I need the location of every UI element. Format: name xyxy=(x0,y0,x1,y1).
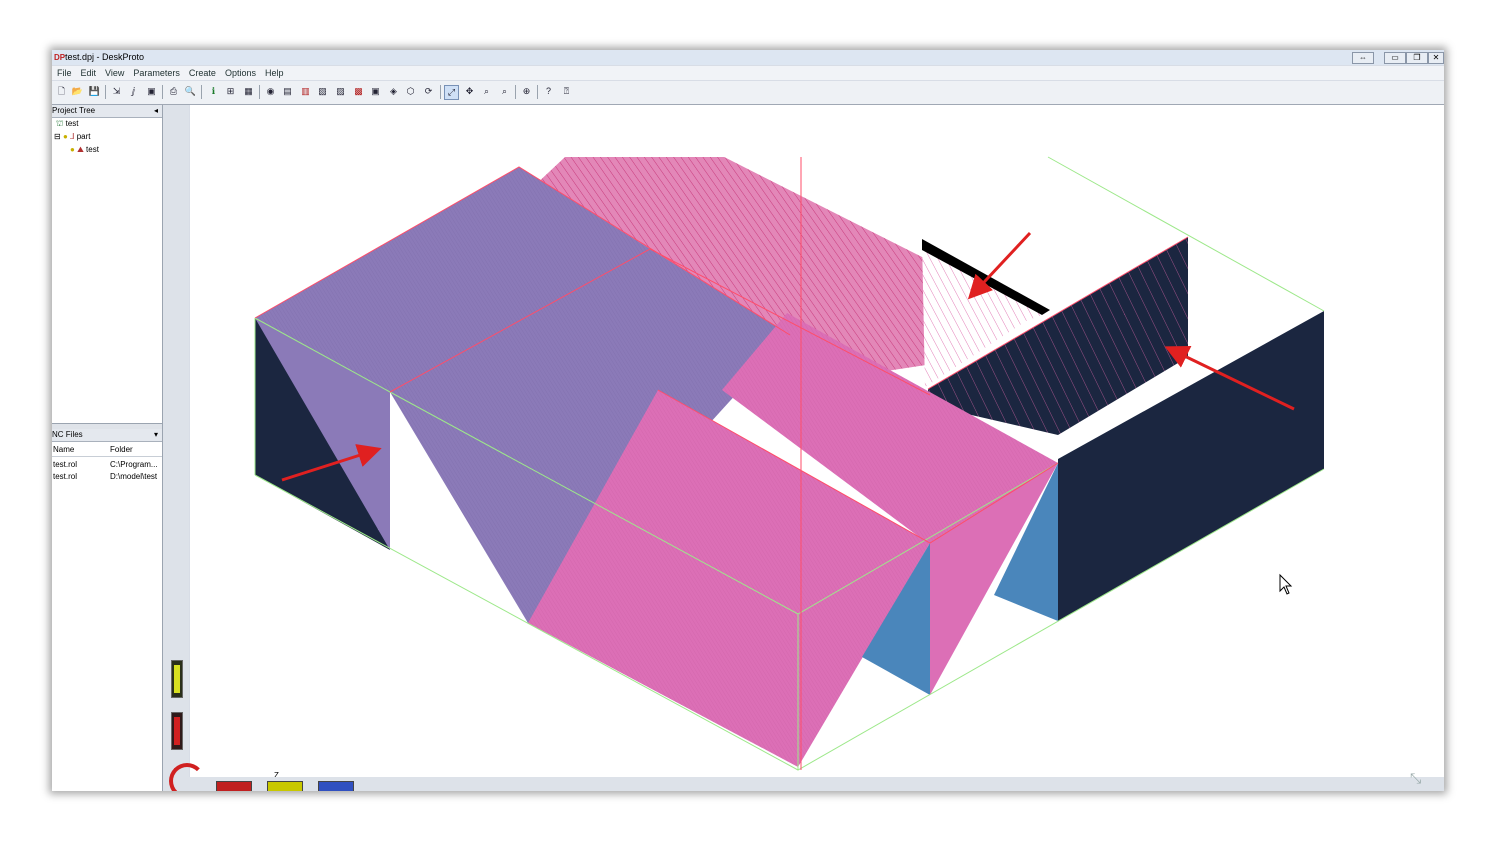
layers-icon[interactable]: ▦ xyxy=(242,85,255,98)
close-button[interactable]: ✕ xyxy=(1428,52,1444,64)
project-icon: ⛫ xyxy=(56,119,64,128)
progress-dial-icon xyxy=(169,763,205,791)
toolbar-separator xyxy=(515,85,516,99)
menu-options[interactable]: Options xyxy=(220,66,260,80)
window-title: test.dpj - DeskProto xyxy=(65,52,145,62)
toolpath-icon[interactable]: ⅉ xyxy=(127,85,140,98)
view-top-icon[interactable]: ▩ xyxy=(352,85,365,98)
import-icon[interactable]: ⇲ xyxy=(110,85,123,98)
side-strip xyxy=(163,105,189,791)
switch-icon[interactable]: ⇔ xyxy=(1352,52,1374,64)
lightbulb-icon: ● xyxy=(62,132,68,141)
view-right-icon[interactable]: ▨ xyxy=(334,85,347,98)
zoom-window-icon[interactable]: ⌕ xyxy=(480,85,493,98)
menu-bar: File Edit View Parameters Create Options Help xyxy=(52,66,1444,80)
toolbar-separator xyxy=(162,85,163,99)
toolbar-separator xyxy=(105,85,106,99)
project-tree-header: Project Tree ◂ xyxy=(52,105,162,118)
red-button[interactable] xyxy=(216,781,252,791)
project-tree-title: Project Tree xyxy=(52,106,96,115)
view-back-icon[interactable]: ▥ xyxy=(299,85,312,98)
column-divider xyxy=(52,456,162,457)
view-left-icon[interactable]: ▧ xyxy=(316,85,329,98)
tree-item-part[interactable]: ⊟ ● ⅃ part xyxy=(54,132,91,142)
3d-viewport[interactable]: Z Y X xyxy=(190,105,1444,777)
toolbar-separator xyxy=(259,85,260,99)
tree-item-project[interactable]: ⛫ test xyxy=(56,119,79,129)
part-icon: ⅃ xyxy=(70,132,75,141)
view-front-icon[interactable]: ▤ xyxy=(281,85,294,98)
view-eye-icon[interactable]: ◉ xyxy=(264,85,277,98)
mouse-cursor-icon xyxy=(1279,573,1293,595)
resize-icon[interactable]: ⤡ xyxy=(1410,770,1434,786)
tree-item-operation[interactable]: ● ⛰ test xyxy=(70,145,99,155)
grid-icon[interactable]: ⊞ xyxy=(224,85,237,98)
nc-files-header: NC Files ▾ xyxy=(52,429,162,442)
nc-file-folder: D:\model\test xyxy=(110,472,158,481)
help-icon[interactable]: ? xyxy=(542,85,555,98)
bottom-status-bar xyxy=(163,763,1444,791)
minimize-button[interactable]: ▭ xyxy=(1384,52,1406,64)
collapse-icon[interactable]: ⊟ xyxy=(54,132,61,141)
zoom-icon[interactable]: ⌕ xyxy=(498,85,511,98)
menu-view[interactable]: View xyxy=(100,66,128,80)
nc-file-name: test.rol xyxy=(53,460,78,469)
toolpath-simulation-view[interactable]: Z Y X xyxy=(190,105,1444,777)
column-header-name[interactable]: Name xyxy=(53,445,74,455)
restore-button[interactable]: ❐ xyxy=(1406,52,1428,64)
save-icon[interactable]: 💾 xyxy=(88,85,101,98)
view-rotate-icon[interactable]: ⟳ xyxy=(422,85,435,98)
info-icon[interactable]: ℹ xyxy=(207,85,220,98)
new-file-icon[interactable]: 🗋 xyxy=(55,85,68,98)
red-light-indicator xyxy=(171,712,183,750)
column-header-folder[interactable]: Folder xyxy=(110,445,133,455)
blue-button[interactable] xyxy=(318,781,354,791)
nc-file-folder: C:\Program... xyxy=(110,460,158,469)
toolbar: 🗋 📂 💾 ⇲ ⅉ ▣ ⎙ 🔍 ℹ ⊞ ▦ ◉ ▤ ▥ ▧ ▨ ▩ ▣ ◈ ⬡ … xyxy=(52,81,1444,105)
chevron-down-icon[interactable]: ▾ xyxy=(154,429,158,441)
menu-parameters[interactable]: Parameters xyxy=(128,66,184,80)
menu-file[interactable]: File xyxy=(52,66,76,80)
collapse-left-icon[interactable]: ◂ xyxy=(154,105,158,117)
operation-icon: ⛰ xyxy=(77,145,84,154)
open-file-icon[interactable]: 📂 xyxy=(71,85,84,98)
title-bar: DP test.dpj - DeskProto ⇔ ▭ ❐ ✕ xyxy=(52,50,1444,65)
export-icon[interactable]: ▣ xyxy=(145,85,158,98)
zoom-all-icon[interactable]: ⊕ xyxy=(520,85,533,98)
nc-file-name: test.rol xyxy=(53,472,78,481)
view-def-icon[interactable]: ⬡ xyxy=(404,85,417,98)
view-bottom-icon[interactable]: ▣ xyxy=(369,85,382,98)
deskproto-window: DP test.dpj - DeskProto ⇔ ▭ ❐ ✕ File Edit… xyxy=(52,50,1444,791)
print-preview-icon[interactable]: 🔍 xyxy=(184,85,197,98)
toolbar-separator xyxy=(440,85,441,99)
yellow-button[interactable] xyxy=(267,781,303,791)
select-pointer-icon[interactable]: ⤢ xyxy=(444,85,459,100)
view-iso-icon[interactable]: ◈ xyxy=(387,85,400,98)
deskproto-icon: DP xyxy=(54,53,66,62)
menu-edit[interactable]: Edit xyxy=(76,66,101,80)
toolbar-separator xyxy=(537,85,538,99)
context-help-icon[interactable]: ⍰ xyxy=(560,85,573,98)
menu-help[interactable]: Help xyxy=(260,66,288,80)
print-icon[interactable]: ⎙ xyxy=(167,85,180,98)
menu-create[interactable]: Create xyxy=(184,66,220,80)
pan-icon[interactable]: ✥ xyxy=(463,85,476,98)
left-panel: Project Tree ◂ ⛫ test ⊟ ● ⅃ part ● ⛰ tes… xyxy=(52,105,163,791)
lightbulb-icon: ● xyxy=(70,145,75,154)
nc-files-title: NC Files xyxy=(52,430,83,439)
yellow-light-indicator xyxy=(171,660,183,698)
toolbar-separator xyxy=(201,85,202,99)
